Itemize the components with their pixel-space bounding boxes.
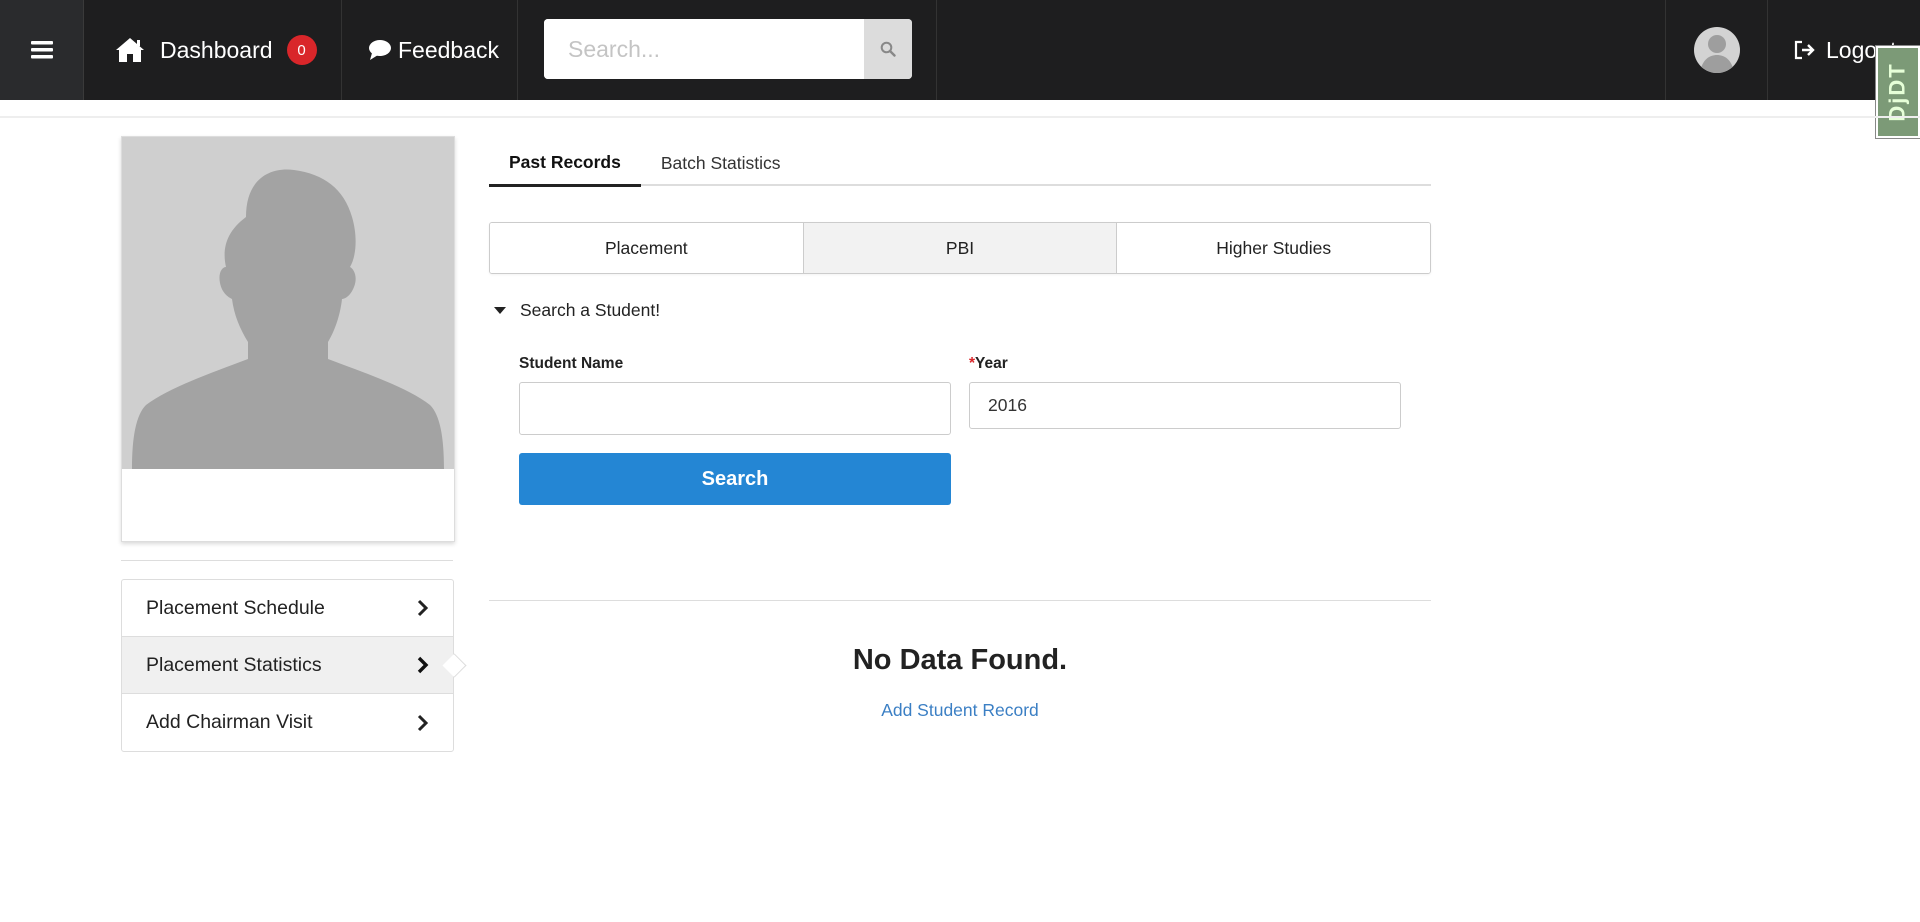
segment-placement[interactable]: Placement [490, 223, 804, 273]
sign-out-icon [1794, 40, 1815, 60]
student-name-label: Student Name [519, 355, 624, 372]
sidebar-item-label: Add Chairman Visit [146, 711, 313, 733]
comment-icon [369, 40, 391, 60]
nav-feedback-link[interactable]: Feedback [342, 0, 518, 100]
nav-divider [936, 0, 937, 100]
student-name-field[interactable] [519, 382, 951, 435]
home-icon [116, 38, 144, 62]
debug-toolbar-label: DjDT [1885, 62, 1911, 122]
sidebar-menu: Placement Schedule Placement Statistics … [121, 579, 454, 752]
header-divider [0, 116, 1920, 118]
user-menu-button[interactable] [1665, 0, 1768, 100]
segment-higher-studies[interactable]: Higher Studies [1117, 223, 1430, 273]
year-label: Year [975, 355, 1008, 372]
feedback-label: Feedback [398, 36, 500, 63]
segment-pbi[interactable]: PBI [803, 223, 1118, 273]
chevron-right-icon [417, 656, 429, 674]
nav-dashboard-link[interactable]: Dashboard 0 [84, 0, 342, 100]
dashboard-label: Dashboard [160, 36, 273, 63]
tab-past-records[interactable]: Past Records [489, 140, 641, 187]
global-search-button[interactable] [864, 19, 912, 79]
default-avatar-silhouette [132, 169, 444, 469]
global-search-input[interactable] [544, 19, 864, 79]
search-icon [880, 41, 896, 57]
profile-card [121, 136, 455, 542]
menu-toggle-button[interactable] [0, 0, 84, 100]
add-student-record-link[interactable]: Add Student Record [489, 700, 1431, 721]
year-field[interactable] [969, 382, 1401, 429]
global-search [544, 19, 912, 79]
profile-photo [122, 137, 454, 469]
user-silhouette-icon [1699, 35, 1734, 73]
hamburger-icon [30, 41, 53, 59]
sidebar-item-label: Placement Schedule [146, 596, 325, 619]
caret-down-icon [494, 307, 506, 314]
debug-toolbar-handle[interactable]: DjDT [1875, 45, 1920, 139]
sidebar-item-placement-statistics[interactable]: Placement Statistics [122, 637, 453, 694]
notification-badge: 0 [286, 35, 317, 65]
chevron-right-icon [417, 599, 429, 617]
top-navbar: Dashboard 0 Feedback Search... Logout Dj… [0, 0, 1920, 139]
records-tabs: Past Records Batch Statistics [489, 140, 1431, 187]
avatar [1693, 27, 1740, 73]
search-student-toggle[interactable]: Search a Student! [494, 300, 660, 321]
sidebar-item-add-chairman-visit[interactable]: Add Chairman Visit [122, 694, 453, 751]
record-type-selector: Placement PBI Higher Studies [489, 222, 1431, 274]
search-student-heading: Search a Student! [520, 300, 661, 320]
sidebar-divider [121, 560, 453, 561]
results-divider [489, 600, 1431, 601]
empty-results-message: No Data Found. [852, 644, 1068, 676]
tab-batch-statistics[interactable]: Batch Statistics [641, 140, 801, 186]
search-button[interactable]: Search [519, 453, 951, 505]
sidebar-item-label: Placement Statistics [146, 653, 322, 676]
sidebar-item-placement-schedule[interactable]: Placement Schedule [122, 580, 453, 637]
year-label-group: *Year [969, 355, 1008, 373]
chevron-right-icon [417, 714, 429, 731]
